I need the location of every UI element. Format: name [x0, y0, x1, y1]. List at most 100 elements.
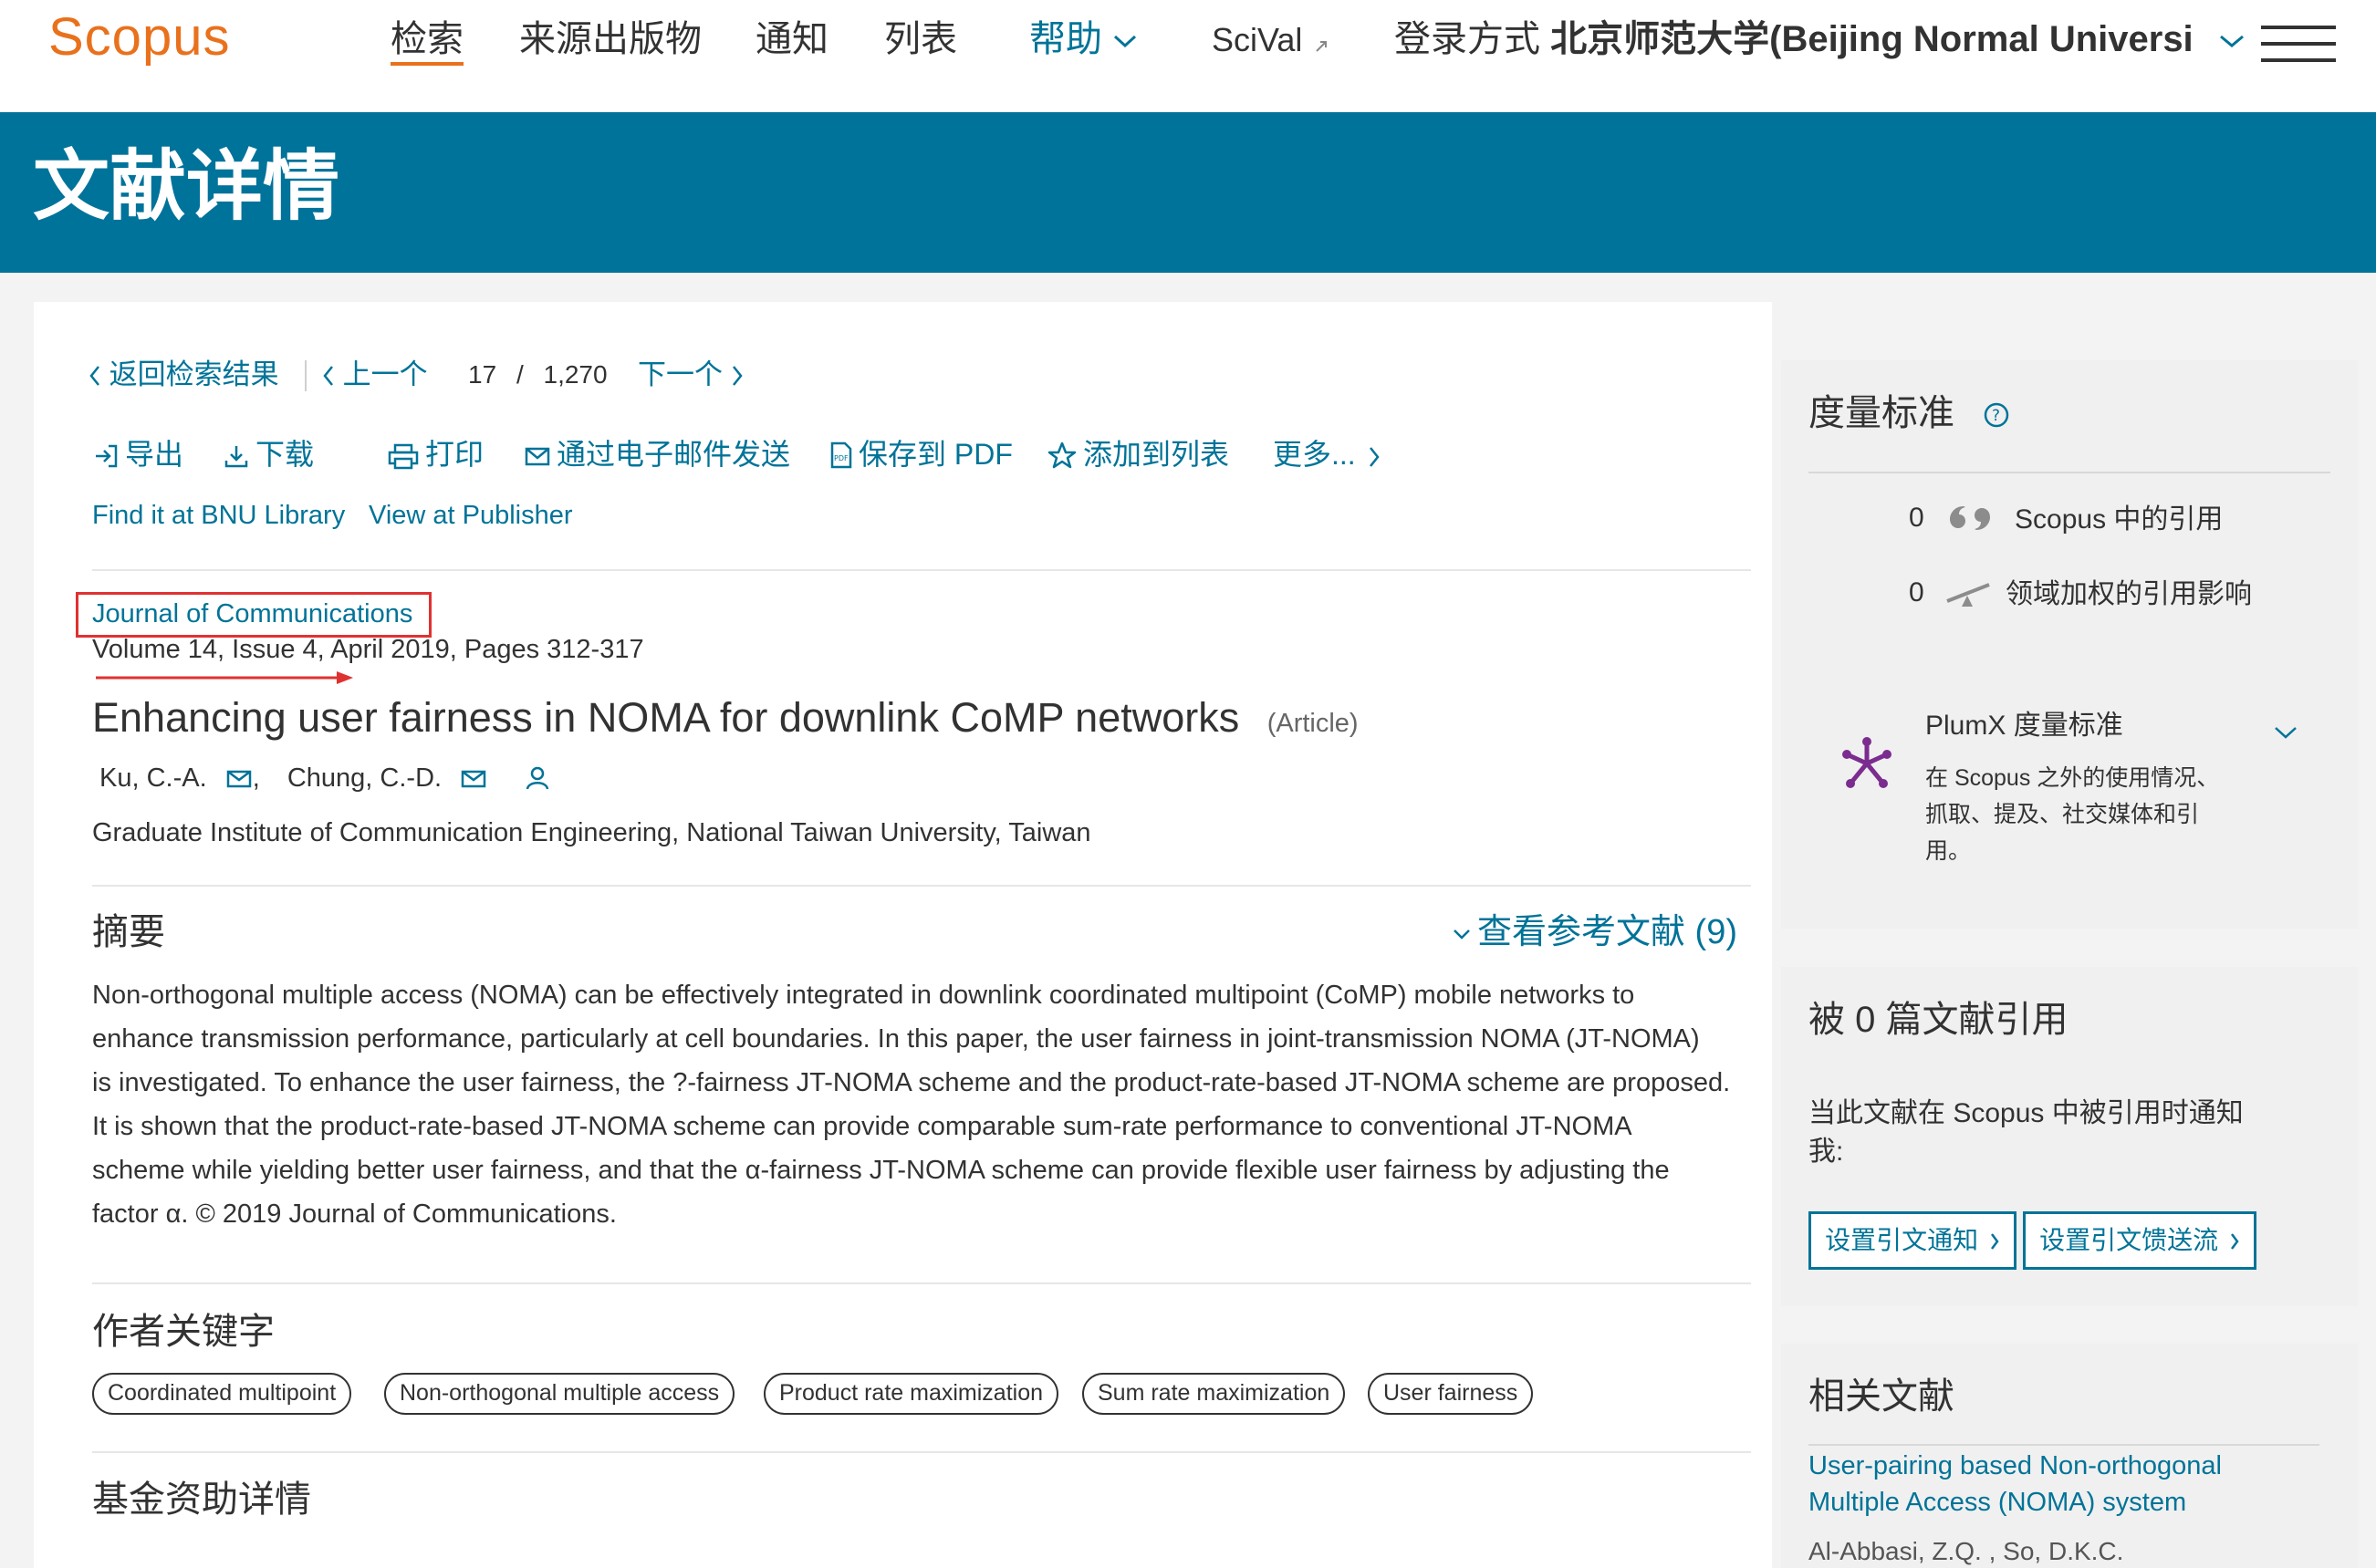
metrics-heading-label: 度量标准: [1808, 393, 1954, 433]
set-citation-alert-button[interactable]: 设置引文通知: [1808, 1211, 2016, 1270]
previous-result-link[interactable]: 上一个: [322, 355, 428, 395]
citations-count: 0: [1909, 503, 1924, 533]
chevron-right-icon: [1369, 447, 1380, 467]
citations-label[interactable]: Scopus 中的引用: [2015, 499, 2223, 541]
abstract-text: Non-orthogonal multiple access (NOMA) ca…: [92, 973, 1766, 1236]
page-banner: 文献详情: [0, 112, 2376, 273]
institution-login-menu[interactable]: 登录方式 北京师范大学(Beijing Normal Universi: [1394, 16, 2247, 62]
abstract-line: enhance transmission performance, partic…: [92, 1024, 1700, 1054]
nav-help[interactable]: 帮助: [1029, 16, 1138, 62]
plumx-title[interactable]: PlumX 度量标准: [1925, 707, 2123, 745]
more-actions-label: 更多...: [1273, 438, 1356, 471]
nav-lists[interactable]: 列表: [884, 16, 957, 62]
chevron-left-icon: [323, 366, 333, 386]
view-at-publisher-link[interactable]: View at Publisher: [369, 497, 573, 534]
download-label: 下载: [255, 438, 315, 471]
nav-search[interactable]: 检索: [391, 16, 464, 66]
export-button[interactable]: 导出: [92, 434, 183, 474]
citation-info: Volume 14, Issue 4, April 2019, Pages 31…: [92, 635, 644, 664]
cited-by-heading: 被 0 篇文献引用: [1808, 1000, 2069, 1040]
red-arrow-annotation: [96, 671, 353, 684]
keyword-tag[interactable]: Coordinated multipoint: [92, 1373, 352, 1415]
chevron-down-icon: [1454, 929, 1470, 940]
result-separator: /: [516, 360, 524, 389]
result-position: 17 / 1,270: [468, 355, 608, 395]
more-actions-button[interactable]: 更多...: [1273, 434, 1386, 474]
divider: [305, 360, 307, 391]
document-heading: Enhancing user fairness in NOMA for down…: [92, 689, 1359, 757]
login-institution: 北京师范大学(Beijing Normal Universi: [1550, 19, 2194, 59]
divider: [92, 885, 1751, 887]
metrics-heading: 度量标准 ?: [1808, 388, 2010, 439]
related-heading: 相关文献: [1808, 1376, 1954, 1417]
nav-help-label: 帮助: [1029, 19, 1102, 59]
keyword-tag[interactable]: User fairness: [1368, 1373, 1534, 1415]
cited-by-notice: 当此文献在 Scopus 中被引用时通知: [1808, 1098, 2244, 1128]
result-current: 17: [468, 360, 497, 389]
save-pdf-button[interactable]: PDF 保存到 PDF: [829, 434, 1013, 474]
abstract-line: scheme while yielding better user fairne…: [92, 1156, 1670, 1185]
previous-result-label: 上一个: [342, 358, 428, 390]
abstract-line: is investigated. To enhance the user fai…: [92, 1068, 1731, 1097]
help-icon[interactable]: ?: [1983, 401, 2010, 429]
find-at-library-link[interactable]: Find it at BNU Library: [92, 497, 345, 534]
next-result-link[interactable]: 下一个: [638, 355, 744, 395]
fwci-scale-icon: [1946, 583, 1990, 607]
download-icon: [224, 446, 248, 468]
set-citation-alert-label: 设置引文通知: [1825, 1226, 1979, 1254]
related-documents-card: 相关文献 User-pairing based Non-orthogonal M…: [1781, 1344, 2358, 1568]
abstract-heading: 摘要: [92, 912, 165, 952]
journal-link[interactable]: Journal of Communications: [92, 596, 412, 632]
divider: [1808, 1444, 2319, 1446]
cited-by-card: 被 0 篇文献引用 当此文献在 Scopus 中被引用时通知 我: 设置引文通知…: [1781, 967, 2358, 1306]
download-button[interactable]: 下载: [223, 434, 314, 474]
keyword-tag[interactable]: Sum rate maximization: [1082, 1373, 1346, 1415]
result-total: 1,270: [543, 360, 608, 389]
top-navigation: Scopus 检索 来源出版物 通知 列表 帮助 SciVal 登录方式 北京师…: [0, 0, 2376, 112]
scopus-logo[interactable]: Scopus: [48, 0, 230, 75]
keyword-tag[interactable]: Non-orthogonal multiple access: [384, 1373, 735, 1415]
svg-text:PDF: PDF: [834, 454, 849, 462]
fwci-label[interactable]: 领域加权的引用影响: [2006, 574, 2252, 616]
email-button[interactable]: 通过电子邮件发送: [524, 434, 790, 474]
plumx-description-line: 在 Scopus 之外的使用情况、: [1925, 765, 2220, 791]
external-link-icon: [1315, 41, 1327, 52]
author-link[interactable]: Ku, C.-A.: [99, 763, 207, 793]
email-icon[interactable]: [460, 768, 487, 790]
add-to-list-button[interactable]: 添加到列表: [1047, 434, 1229, 474]
person-icon[interactable]: [524, 764, 551, 792]
print-button[interactable]: 打印: [387, 434, 484, 474]
divider: [92, 1282, 1751, 1284]
related-document-authors: Al-Abbasi, Z.Q. , So, D.K.C.: [1808, 1537, 2124, 1565]
nav-sources[interactable]: 来源出版物: [519, 16, 702, 62]
chevron-left-icon: [89, 366, 99, 386]
document-details-panel: 返回检索结果 上一个 17 / 1,270 下一个 导出 下载 打印 通过电子邮…: [34, 302, 1772, 1568]
author-link[interactable]: Chung, C.-D.: [287, 763, 442, 793]
fwci-count: 0: [1909, 577, 1924, 607]
login-prefix: 登录方式: [1394, 19, 1540, 59]
cited-by-notice: 我:: [1808, 1137, 1844, 1167]
page-title: 文献详情: [33, 143, 340, 229]
chevron-right-icon: [732, 366, 743, 386]
divider: [1808, 472, 2330, 473]
metrics-card: 度量标准 ? 0 Scopus 中的引用 0 领域加权的引用影响 PlumX 度…: [1781, 360, 2358, 929]
funding-heading: 基金资助详情: [92, 1480, 311, 1520]
nav-scival[interactable]: SciVal: [1212, 16, 1329, 63]
keywords-heading: 作者关键字: [92, 1312, 275, 1352]
back-to-results-link[interactable]: 返回检索结果: [89, 355, 279, 395]
hamburger-menu-icon[interactable]: [2261, 26, 2336, 62]
related-document-link[interactable]: Multiple Access (NOMA) system: [1808, 1484, 2186, 1521]
plumx-description-line: 抓取、提及、社交媒体和引: [1925, 802, 2200, 827]
plumx-icon: [1842, 737, 1891, 788]
keyword-tag[interactable]: Product rate maximization: [764, 1373, 1059, 1415]
related-document-link[interactable]: User-pairing based Non-orthogonal: [1808, 1448, 2222, 1484]
view-references-label: 查看参考文献 (9): [1477, 913, 1738, 951]
print-icon: [388, 443, 419, 470]
chevron-down-icon[interactable]: [2272, 723, 2299, 742]
email-icon[interactable]: [225, 768, 253, 790]
view-references-link[interactable]: 查看参考文献 (9): [1452, 907, 1737, 958]
nav-alerts[interactable]: 通知: [756, 16, 828, 62]
svg-text:?: ?: [1992, 407, 2000, 425]
set-citation-feed-button[interactable]: 设置引文馈送流: [2023, 1211, 2256, 1270]
export-icon: [96, 444, 118, 468]
